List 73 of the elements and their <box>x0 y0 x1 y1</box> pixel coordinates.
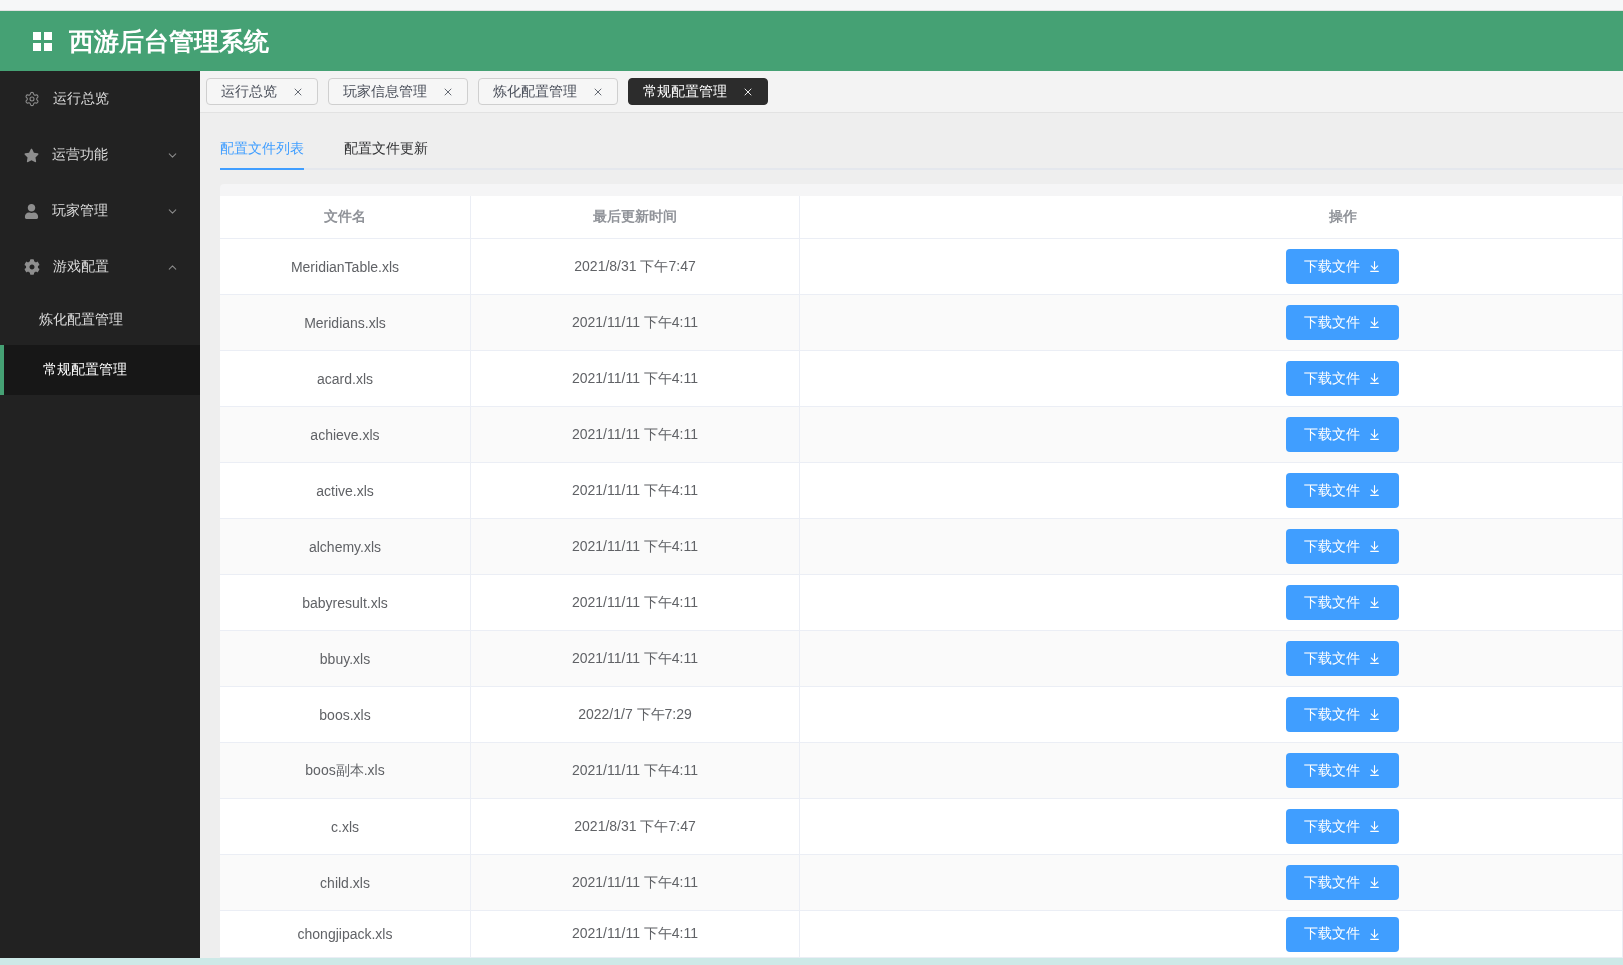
table-cell: 2021/11/11 下午4:11 <box>471 911 800 958</box>
table-cell: Meridians.xls <box>220 295 471 351</box>
download-icon <box>1368 484 1381 497</box>
download-icon <box>1368 428 1381 441</box>
download-button[interactable]: 下载文件 <box>1286 697 1399 732</box>
table-cell: 2021/8/31 下午7:47 <box>471 239 800 295</box>
download-button[interactable]: 下载文件 <box>1286 753 1399 788</box>
column-header: 操作 <box>800 196 1623 239</box>
download-button[interactable]: 下载文件 <box>1286 641 1399 676</box>
sidebar-item[interactable]: 玩家管理 <box>0 183 200 239</box>
table-cell: 2021/11/11 下午4:11 <box>471 575 800 631</box>
download-button[interactable]: 下载文件 <box>1286 305 1399 340</box>
download-button[interactable]: 下载文件 <box>1286 361 1399 396</box>
download-icon <box>1368 372 1381 385</box>
download-button[interactable]: 下载文件 <box>1286 249 1399 284</box>
settings-icon <box>24 91 40 107</box>
table-cell: babyresult.xls <box>220 575 471 631</box>
page-tab[interactable]: 玩家信息管理 <box>328 78 468 105</box>
table-cell: 2021/11/11 下午4:11 <box>471 407 800 463</box>
sidebar-subitem[interactable]: 炼化配置管理 <box>0 295 200 345</box>
table-cell: 2021/11/11 下午4:11 <box>471 631 800 687</box>
table-cell: 2021/11/11 下午4:11 <box>471 743 800 799</box>
table-cell: alchemy.xls <box>220 519 471 575</box>
download-button[interactable]: 下载文件 <box>1286 865 1399 900</box>
tab[interactable]: 配置文件列表 <box>220 130 304 170</box>
table-cell: 2021/11/11 下午4:11 <box>471 351 800 407</box>
sidebar-item[interactable]: 运行总览 <box>0 71 200 127</box>
download-icon <box>1368 708 1381 721</box>
table-cell: 2021/11/11 下午4:11 <box>471 463 800 519</box>
download-icon <box>1368 540 1381 553</box>
table-cell: boos副本.xls <box>220 743 471 799</box>
table-cell: 2021/11/11 下午4:11 <box>471 295 800 351</box>
download-icon <box>1368 260 1381 273</box>
page-tab[interactable]: 常规配置管理 <box>628 78 768 105</box>
download-button[interactable]: 下载文件 <box>1286 809 1399 844</box>
column-header: 最后更新时间 <box>471 196 800 239</box>
user-icon <box>24 203 39 219</box>
table-cell: MeridianTable.xls <box>220 239 471 295</box>
grid-icon <box>33 31 52 51</box>
download-button[interactable]: 下载文件 <box>1286 417 1399 452</box>
star-icon <box>24 147 39 163</box>
tab[interactable]: 配置文件更新 <box>344 130 428 170</box>
download-button[interactable]: 下载文件 <box>1286 473 1399 508</box>
download-button[interactable]: 下载文件 <box>1286 916 1399 952</box>
sidebar-subitem[interactable]: 常规配置管理 <box>0 345 200 395</box>
page-tab[interactable]: 运行总览 <box>206 78 318 105</box>
table-cell: 2021/11/11 下午4:11 <box>471 519 800 575</box>
sidebar-item[interactable]: 运营功能 <box>0 127 200 183</box>
table-cell: boos.xls <box>220 687 471 743</box>
table-cell: active.xls <box>220 463 471 519</box>
download-button[interactable]: 下载文件 <box>1286 585 1399 620</box>
table-cell: chongjipack.xls <box>220 911 471 958</box>
table-cell: bbuy.xls <box>220 631 471 687</box>
download-icon <box>1368 652 1381 665</box>
table-cell: 2021/8/31 下午7:47 <box>471 799 800 855</box>
download-icon <box>1368 927 1381 941</box>
settings-icon <box>24 259 40 275</box>
download-icon <box>1368 876 1381 889</box>
download-icon <box>1368 316 1381 329</box>
column-header: 文件名 <box>220 196 471 239</box>
download-icon <box>1368 764 1381 777</box>
table-cell: child.xls <box>220 855 471 911</box>
table-cell: 2022/1/7 下午7:29 <box>471 687 800 743</box>
table-cell: acard.xls <box>220 351 471 407</box>
table-cell: 2021/11/11 下午4:11 <box>471 855 800 911</box>
table-cell: achieve.xls <box>220 407 471 463</box>
app-title: 西游后台管理系统 <box>69 25 269 57</box>
download-icon <box>1368 820 1381 833</box>
table-cell: c.xls <box>220 799 471 855</box>
download-icon <box>1368 596 1381 609</box>
page-tab[interactable]: 炼化配置管理 <box>478 78 618 105</box>
download-button[interactable]: 下载文件 <box>1286 529 1399 564</box>
sidebar-item[interactable]: 游戏配置 <box>0 239 200 295</box>
